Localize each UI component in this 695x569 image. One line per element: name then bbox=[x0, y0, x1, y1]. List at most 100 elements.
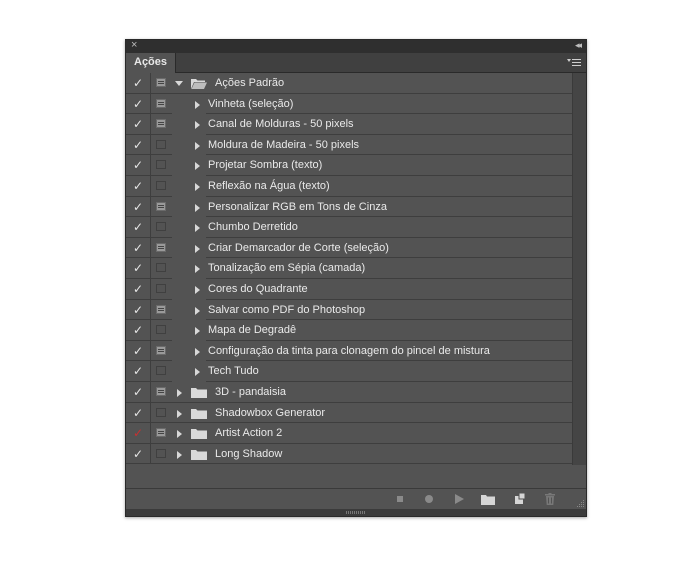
disclosure-closed-icon[interactable] bbox=[177, 450, 182, 459]
toggle-dialog-cell[interactable] bbox=[150, 402, 172, 424]
toggle-item-checkmark[interactable]: ✓ bbox=[126, 300, 150, 321]
action-set-row[interactable]: ✓ Ações Padrão bbox=[126, 73, 572, 94]
action-set-row[interactable]: ✓ Shadowbox Generator bbox=[126, 402, 572, 424]
close-icon[interactable]: × bbox=[131, 39, 137, 52]
toggle-item-checkmark[interactable]: ✓ bbox=[126, 176, 150, 197]
play-icon[interactable] bbox=[453, 493, 465, 505]
toggle-dialog-cell[interactable] bbox=[150, 73, 172, 94]
disclosure-closed-icon[interactable] bbox=[195, 100, 200, 109]
toggle-dialog-cell[interactable] bbox=[150, 340, 172, 362]
dialog-icon bbox=[156, 407, 166, 417]
disclosure-closed-icon[interactable] bbox=[195, 141, 200, 150]
disclosure-closed-icon[interactable] bbox=[195, 265, 200, 274]
toggle-item-checkmark[interactable]: ✓ bbox=[126, 73, 150, 94]
toggle-dialog-cell[interactable] bbox=[150, 361, 172, 382]
toggle-item-checkmark[interactable]: ✓ bbox=[126, 279, 150, 300]
toggle-dialog-cell[interactable] bbox=[150, 196, 172, 218]
disclosure-closed-icon[interactable] bbox=[195, 121, 200, 130]
toggle-item-checkmark[interactable]: ✓ bbox=[126, 361, 150, 382]
dialog-icon bbox=[156, 98, 166, 108]
action-row[interactable]: ✓ Personalizar RGB em Tons de Cinza bbox=[126, 196, 572, 218]
folder-icon bbox=[191, 429, 207, 440]
delete-icon[interactable] bbox=[544, 493, 556, 505]
tab-actions[interactable]: Ações bbox=[126, 53, 177, 73]
action-row[interactable]: ✓ Vinheta (seleção) bbox=[126, 93, 572, 115]
toggle-item-checkmark[interactable]: ✓ bbox=[126, 114, 150, 135]
toggle-item-checkmark[interactable]: ✓ bbox=[126, 444, 150, 465]
disclosure-closed-icon[interactable] bbox=[195, 162, 200, 171]
toggle-item-checkmark[interactable]: ✓ bbox=[126, 341, 150, 362]
toggle-item-checkmark[interactable]: ✓ bbox=[126, 403, 150, 424]
toggle-dialog-cell[interactable] bbox=[150, 175, 172, 197]
disclosure-closed-icon[interactable] bbox=[195, 327, 200, 336]
toggle-dialog-cell[interactable] bbox=[150, 278, 172, 300]
action-row[interactable]: ✓ Moldura de Madeira - 50 pixels bbox=[126, 134, 572, 156]
disclosure-closed-icon[interactable] bbox=[195, 203, 200, 212]
action-row[interactable]: ✓ Canal de Molduras - 50 pixels bbox=[126, 114, 572, 135]
scrollbar[interactable] bbox=[572, 73, 586, 465]
toggle-dialog-cell[interactable] bbox=[150, 258, 172, 279]
action-row[interactable]: ✓ Tech Tudo bbox=[126, 361, 572, 382]
action-row[interactable]: ✓ Criar Demarcador de Corte (seleção) bbox=[126, 237, 572, 259]
dialog-icon bbox=[156, 448, 166, 458]
action-row[interactable]: ✓ Tonalização em Sépia (camada) bbox=[126, 258, 572, 279]
resize-handle[interactable] bbox=[126, 509, 586, 516]
resize-grip-icon[interactable] bbox=[577, 500, 585, 508]
resize-knob[interactable] bbox=[346, 511, 366, 514]
disclosure-closed-icon[interactable] bbox=[177, 430, 182, 439]
action-label: Shadowbox Generator bbox=[215, 406, 326, 419]
toggle-dialog-cell[interactable] bbox=[150, 299, 172, 321]
toggle-item-checkmark[interactable]: ✓ bbox=[126, 238, 150, 259]
dialog-icon bbox=[156, 345, 166, 355]
disclosure-open-icon[interactable] bbox=[175, 81, 183, 86]
record-icon[interactable] bbox=[423, 493, 435, 505]
action-name-cell[interactable] bbox=[206, 361, 572, 382]
toggle-dialog-cell[interactable] bbox=[150, 114, 172, 135]
disclosure-closed-icon[interactable] bbox=[195, 347, 200, 356]
toggle-item-checkmark[interactable]: ✓ bbox=[126, 217, 150, 238]
action-set-row[interactable]: ✓ Artist Action 2 bbox=[126, 423, 572, 444]
toggle-item-checkmark[interactable]: ✓ bbox=[126, 155, 150, 176]
action-set-row[interactable]: ✓ Long Shadow bbox=[126, 443, 572, 465]
stop-icon[interactable] bbox=[394, 493, 406, 505]
toggle-dialog-cell[interactable] bbox=[150, 155, 172, 176]
action-row[interactable]: ✓ Salvar como PDF do Photoshop bbox=[126, 299, 572, 321]
toggle-dialog-cell[interactable] bbox=[150, 443, 172, 465]
disclosure-closed-icon[interactable] bbox=[195, 182, 200, 191]
disclosure-closed-icon[interactable] bbox=[177, 409, 182, 418]
toggle-dialog-cell[interactable] bbox=[150, 217, 172, 238]
dialog-icon bbox=[156, 283, 166, 293]
toggle-item-checkmark[interactable]: ✓ bbox=[126, 94, 150, 115]
toggle-dialog-cell[interactable] bbox=[150, 423, 172, 444]
panel-titlebar: × ◂◂ bbox=[126, 39, 586, 53]
action-row[interactable]: ✓ Cores do Quadrante bbox=[126, 278, 572, 300]
toggle-item-checkmark[interactable]: ✓ bbox=[126, 135, 150, 156]
toggle-dialog-cell[interactable] bbox=[150, 320, 172, 341]
disclosure-closed-icon[interactable] bbox=[195, 224, 200, 233]
disclosure-closed-icon[interactable] bbox=[195, 244, 200, 253]
action-row[interactable]: ✓ Reflexão na Água (texto) bbox=[126, 175, 572, 197]
action-row[interactable]: ✓ Configuração da tinta para clonagem do … bbox=[126, 340, 572, 362]
new-action-icon[interactable] bbox=[514, 493, 526, 505]
action-label: Ações Padrão bbox=[215, 77, 285, 89]
collapse-icon[interactable]: ◂◂ bbox=[575, 39, 582, 52]
action-set-row[interactable]: ✓ 3D - pandaisia bbox=[126, 381, 572, 403]
toggle-dialog-cell[interactable] bbox=[150, 237, 172, 259]
toggle-dialog-cell[interactable] bbox=[150, 134, 172, 156]
disclosure-closed-icon[interactable] bbox=[195, 306, 200, 315]
toggle-item-checkmark[interactable]: ✓ bbox=[126, 382, 150, 403]
toggle-item-checkmark[interactable]: ✓ bbox=[126, 423, 150, 444]
action-row[interactable]: ✓ Projetar Sombra (texto) bbox=[126, 155, 572, 176]
action-row[interactable]: ✓ Mapa de Degradê bbox=[126, 320, 572, 341]
toggle-item-checkmark[interactable]: ✓ bbox=[126, 320, 150, 341]
disclosure-closed-icon[interactable] bbox=[195, 285, 200, 294]
toggle-dialog-cell[interactable] bbox=[150, 93, 172, 115]
new-set-icon[interactable] bbox=[481, 493, 495, 505]
disclosure-closed-icon[interactable] bbox=[195, 368, 200, 377]
toggle-item-checkmark[interactable]: ✓ bbox=[126, 258, 150, 279]
disclosure-closed-icon[interactable] bbox=[177, 388, 182, 397]
toggle-item-checkmark[interactable]: ✓ bbox=[126, 197, 150, 218]
toggle-dialog-cell[interactable] bbox=[150, 381, 172, 403]
panel-menu-icon[interactable] bbox=[567, 57, 581, 69]
action-row[interactable]: ✓ Chumbo Derretido bbox=[126, 217, 572, 238]
